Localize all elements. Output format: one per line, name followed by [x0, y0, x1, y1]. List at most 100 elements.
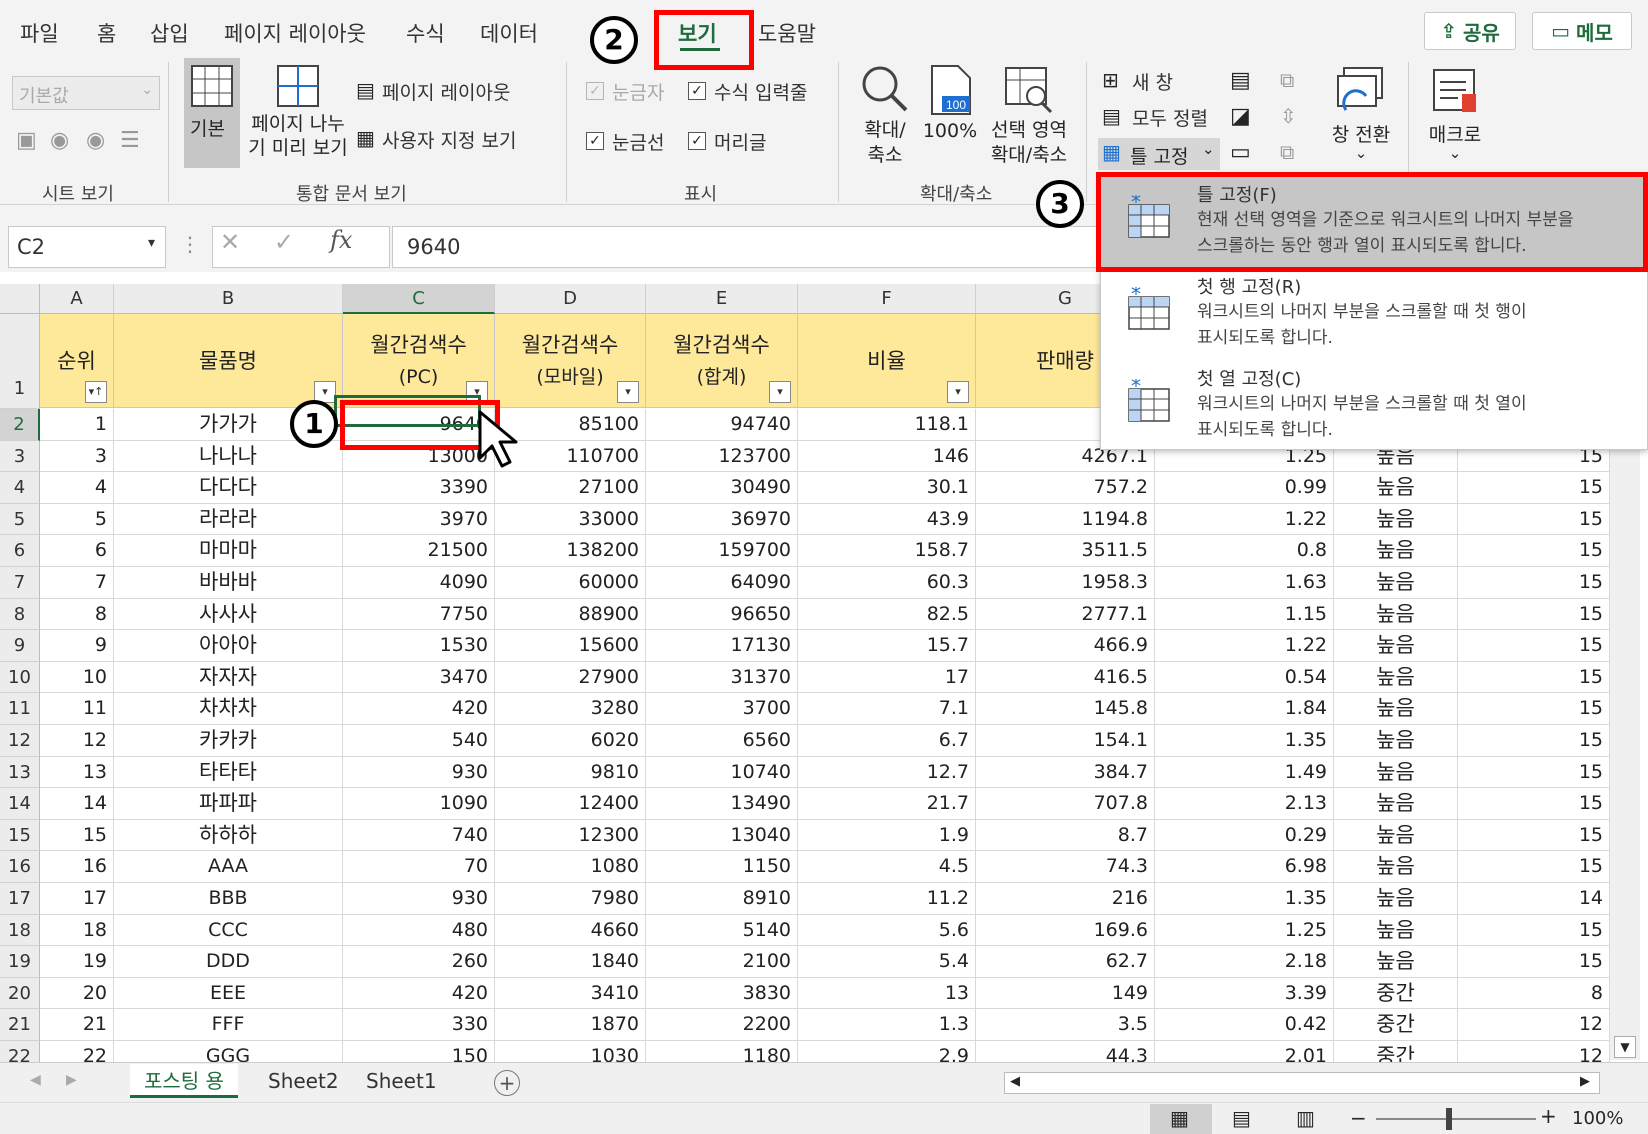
- cell-b16[interactable]: AAA: [114, 851, 343, 883]
- cell-e20[interactable]: 3830: [646, 977, 798, 1010]
- cell-e5[interactable]: 36970: [646, 503, 798, 536]
- cell-b15[interactable]: 하하하: [114, 819, 343, 852]
- new-window-button[interactable]: 새 창: [1132, 68, 1173, 95]
- cell-e13[interactable]: 10740: [646, 756, 798, 789]
- cell-i19[interactable]: 높음: [1334, 946, 1458, 978]
- cell-a9[interactable]: 9: [40, 630, 114, 662]
- cell-a12[interactable]: 12: [40, 725, 114, 757]
- cell-a17[interactable]: 17: [40, 883, 114, 915]
- cell-c3[interactable]: 13000: [343, 440, 495, 473]
- cell-e3[interactable]: 123700: [646, 440, 798, 473]
- enter-icon[interactable]: ✓: [274, 228, 294, 256]
- cell-j21[interactable]: 12: [1458, 1009, 1610, 1041]
- cell-a3[interactable]: 3: [40, 440, 114, 473]
- cell-f2[interactable]: 118.1: [798, 409, 976, 441]
- filter-dropdown-icon[interactable]: ▾↑: [85, 381, 107, 403]
- custom-views-button[interactable]: 사용자 지정 보기: [382, 126, 516, 153]
- cell-h19[interactable]: 2.18: [1155, 946, 1334, 978]
- page-layout-view-icon[interactable]: ▤: [1232, 1106, 1251, 1130]
- cell-c5[interactable]: 3970: [343, 503, 495, 536]
- cell-d17[interactable]: 7980: [495, 883, 646, 915]
- row-header-10[interactable]: 10: [0, 661, 40, 694]
- tab-view[interactable]: 보기: [678, 18, 717, 48]
- cell-e21[interactable]: 2200: [646, 1009, 798, 1041]
- cell-b18[interactable]: CCC: [114, 914, 343, 947]
- cell-e18[interactable]: 5140: [646, 914, 798, 947]
- cell-h15[interactable]: 0.29: [1155, 819, 1334, 852]
- cell-h7[interactable]: 1.63: [1155, 567, 1334, 599]
- cell-e19[interactable]: 2100: [646, 946, 798, 978]
- cell-a6[interactable]: 6: [40, 535, 114, 567]
- cell-d6[interactable]: 138200: [495, 535, 646, 567]
- add-sheet-icon[interactable]: +: [494, 1070, 520, 1096]
- cell-g19[interactable]: 62.7: [976, 946, 1155, 978]
- cell-f17[interactable]: 11.2: [798, 883, 976, 915]
- column-header-a[interactable]: A: [40, 284, 114, 314]
- cell-h9[interactable]: 1.22: [1155, 630, 1334, 662]
- vertical-scrollbar[interactable]: [1610, 440, 1640, 1060]
- headings-checkbox[interactable]: ✓: [688, 132, 706, 150]
- cell-b8[interactable]: 사사사: [114, 598, 343, 631]
- cell-g17[interactable]: 216: [976, 883, 1155, 915]
- cell-d18[interactable]: 4660: [495, 914, 646, 947]
- prev-sheet-icon[interactable]: ◀: [30, 1072, 41, 1088]
- cell-g6[interactable]: 3511.5: [976, 535, 1155, 567]
- cell-i15[interactable]: 높음: [1334, 819, 1458, 852]
- cell-d19[interactable]: 1840: [495, 946, 646, 978]
- sheet-view-select[interactable]: 기본값 ⌄: [12, 76, 160, 110]
- cell-j6[interactable]: 15: [1458, 535, 1610, 567]
- name-box[interactable]: C2 ▾: [8, 226, 166, 268]
- sync-scroll-icon[interactable]: ⇳: [1280, 104, 1297, 128]
- zoom-100-button[interactable]: 100 100%: [922, 62, 978, 172]
- cell-b5[interactable]: 라라라: [114, 503, 343, 536]
- cell-f10[interactable]: 17: [798, 661, 976, 694]
- cell-e16[interactable]: 1150: [646, 851, 798, 883]
- cell-f7[interactable]: 60.3: [798, 567, 976, 599]
- cell-d13[interactable]: 9810: [495, 756, 646, 789]
- row-header-19[interactable]: 19: [0, 946, 40, 978]
- cell-h18[interactable]: 1.25: [1155, 914, 1334, 947]
- cell-g11[interactable]: 145.8: [976, 693, 1155, 725]
- cell-a14[interactable]: 14: [40, 788, 114, 820]
- row-header-4[interactable]: 4: [0, 472, 40, 504]
- cell-e10[interactable]: 31370: [646, 661, 798, 694]
- cell-b10[interactable]: 자자자: [114, 661, 343, 694]
- cell-g5[interactable]: 1194.8: [976, 503, 1155, 536]
- page-layout-view-button[interactable]: 페이지 레이아웃: [382, 78, 510, 105]
- cell-j15[interactable]: 15: [1458, 819, 1610, 852]
- macros-button[interactable]: 매크로 ⌄: [1416, 64, 1494, 174]
- cell-h16[interactable]: 6.98: [1155, 851, 1334, 883]
- cell-c10[interactable]: 3470: [343, 661, 495, 694]
- cell-h4[interactable]: 0.99: [1155, 472, 1334, 504]
- tab-home[interactable]: 홈: [97, 18, 116, 48]
- scroll-right-icon[interactable]: ▶: [1580, 1074, 1590, 1089]
- menu-item-freeze-panes[interactable]: * 틀 고정(F) 현재 선택 영역을 기준으로 워크시트의 나머지 부분을 스크…: [1101, 175, 1648, 267]
- row-header-17[interactable]: 17: [0, 883, 40, 915]
- cell-c19[interactable]: 260: [343, 946, 495, 978]
- header-cell-c[interactable]: 월간검색수 (PC) ▾: [343, 314, 495, 408]
- column-header-b[interactable]: B: [114, 284, 343, 314]
- cell-i21[interactable]: 중간: [1334, 1009, 1458, 1041]
- zoom-slider-thumb[interactable]: [1446, 1108, 1452, 1130]
- cell-i20[interactable]: 중간: [1334, 977, 1458, 1010]
- normal-view-button[interactable]: 기본: [184, 58, 240, 168]
- cell-d10[interactable]: 27900: [495, 661, 646, 694]
- cell-g13[interactable]: 384.7: [976, 756, 1155, 789]
- cell-f13[interactable]: 12.7: [798, 756, 976, 789]
- cell-c13[interactable]: 930: [343, 756, 495, 789]
- cell-d9[interactable]: 15600: [495, 630, 646, 662]
- column-header-d[interactable]: D: [495, 284, 646, 314]
- tab-data[interactable]: 데이터: [480, 18, 538, 48]
- cell-h21[interactable]: 0.42: [1155, 1009, 1334, 1041]
- cell-g15[interactable]: 8.7: [976, 819, 1155, 852]
- cell-c9[interactable]: 1530: [343, 630, 495, 662]
- column-header-c[interactable]: C: [343, 284, 495, 314]
- cell-i8[interactable]: 높음: [1334, 598, 1458, 631]
- sheet-view-save-icon[interactable]: ▣: [16, 128, 37, 153]
- cell-b19[interactable]: DDD: [114, 946, 343, 978]
- row-header-13[interactable]: 13: [0, 756, 40, 789]
- tab-formulas[interactable]: 수식: [406, 18, 445, 48]
- row-header-6[interactable]: 6: [0, 535, 40, 567]
- cell-f16[interactable]: 4.5: [798, 851, 976, 883]
- cell-g16[interactable]: 74.3: [976, 851, 1155, 883]
